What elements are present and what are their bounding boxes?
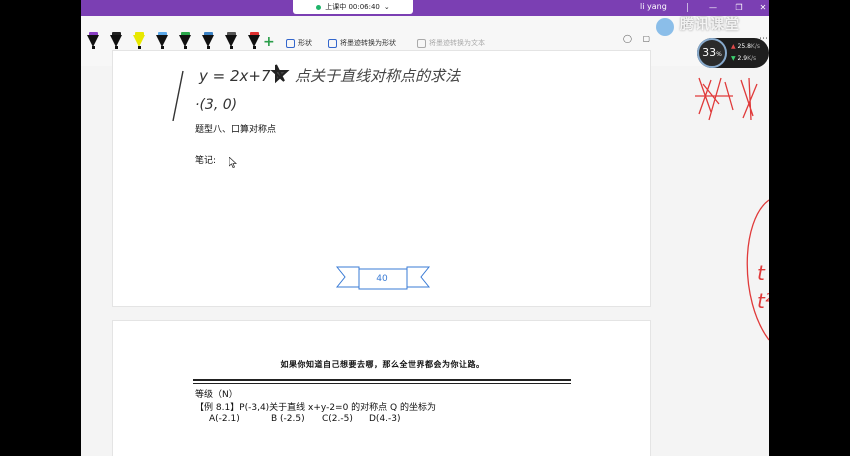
option-d: D(4.-3) bbox=[369, 414, 401, 424]
handwriting-line-1-rest: 点关于直线对称点的求法 bbox=[295, 67, 461, 85]
cpu-percent: 33 bbox=[702, 46, 717, 59]
shape-button[interactable]: 形状 bbox=[286, 38, 312, 48]
ink-to-text-button[interactable]: 将墨迹转换为文本 bbox=[417, 38, 485, 48]
shape-icon bbox=[286, 38, 295, 48]
performance-widget[interactable]: 33% ▲ 25.8K/s ▼ 2.9K/s bbox=[697, 38, 769, 68]
level-label: 等级（N） bbox=[195, 390, 238, 400]
add-pen-button[interactable]: + bbox=[263, 35, 275, 49]
pen-tip bbox=[115, 46, 118, 49]
pen-tip bbox=[253, 46, 256, 49]
convert-text-icon bbox=[417, 38, 426, 48]
pen-tool-3[interactable] bbox=[133, 32, 146, 50]
notes-label: 笔记: bbox=[195, 156, 217, 166]
convert-shape-icon bbox=[328, 38, 337, 48]
arrow-up-icon: ▲ bbox=[731, 43, 736, 50]
pen-tip bbox=[92, 46, 95, 49]
pen-tool-4[interactable] bbox=[156, 32, 169, 50]
pen-tip bbox=[161, 46, 164, 49]
pen-tip bbox=[230, 46, 233, 49]
section-heading: 题型八、口算对称点 bbox=[195, 125, 277, 135]
play-icon[interactable] bbox=[656, 18, 674, 36]
shape-label: 形状 bbox=[298, 39, 312, 47]
header-rule-thin bbox=[193, 383, 571, 384]
handwriting-line-2: ·(3, 0) bbox=[195, 97, 237, 113]
classroom-app-window: 上课中 00:06:40 ⌄ li yang — ❐ ✕ + 形状 将墨迹转换为… bbox=[81, 0, 769, 456]
mouse-cursor-icon bbox=[229, 157, 237, 168]
screen: 上课中 00:06:40 ⌄ li yang — ❐ ✕ + 形状 将墨迹转换为… bbox=[0, 0, 850, 456]
answer-options: A(-2.1) B (-2.5) C(2.-5) D(4.-3) bbox=[209, 414, 401, 424]
chevron-down-icon: ⌄ bbox=[383, 3, 390, 11]
handwriting-ink: y = 2x+7 点关于直线对称点的求法 ·(3, 0) bbox=[172, 64, 461, 121]
upload-unit: K/s bbox=[750, 43, 760, 50]
ink-to-text-label: 将墨迹转换为文本 bbox=[429, 39, 485, 47]
notebook-page-2[interactable]: 如果你知道自己想要去哪，那么全世界都会为你让路。 等级（N） 【例 8.1】P(… bbox=[112, 320, 651, 456]
pen-tool-6[interactable] bbox=[202, 32, 215, 50]
page-motto: 如果你知道自己想要去哪，那么全世界都会为你让路。 bbox=[280, 359, 485, 369]
cpu-unit: % bbox=[716, 51, 722, 58]
ink-to-shape-button[interactable]: 将墨迹转换为形状 bbox=[328, 38, 396, 48]
download-unit: K/s bbox=[747, 55, 757, 62]
example-question: 【例 8.1】P(-3,4)关于直线 x+y-2=0 的对称点 Q 的坐标为 bbox=[195, 403, 436, 413]
download-speed: ▼ 2.9K/s bbox=[731, 55, 756, 62]
notebook-page-1[interactable]: y = 2x+7 点关于直线对称点的求法 ·(3, 0) 题型八、口算对称点 笔… bbox=[112, 50, 651, 307]
whiteboard-ink: t = x - t² = x² + bbox=[695, 77, 769, 341]
option-c: C(2.-5) bbox=[322, 414, 353, 424]
handwriting-line-1: y = 2x+7 bbox=[198, 67, 271, 85]
title-bar: 上课中 00:06:40 ⌄ li yang — ❐ ✕ bbox=[81, 0, 769, 16]
board-formula-1: t = x - bbox=[757, 261, 769, 285]
toolbar-right-icons: ◯ ▢ bbox=[623, 34, 650, 43]
pen-tip bbox=[184, 46, 187, 49]
lasso-icon[interactable]: ◯ bbox=[623, 34, 632, 43]
pen-tool-8[interactable] bbox=[248, 32, 261, 50]
cpu-usage-gauge: 33% bbox=[697, 38, 727, 68]
option-b: B (-2.5) bbox=[271, 414, 305, 424]
live-indicator-icon bbox=[316, 4, 322, 10]
ink-to-shape-label: 将墨迹转换为形状 bbox=[340, 39, 396, 47]
arrow-down-icon: ▼ bbox=[731, 55, 736, 62]
pen-tool-5[interactable] bbox=[179, 32, 192, 50]
page-number: 40 bbox=[376, 274, 388, 284]
pen-tool-7[interactable] bbox=[225, 32, 238, 50]
pen-tool-1[interactable] bbox=[87, 32, 100, 50]
pen-tip bbox=[138, 46, 141, 49]
upload-value: 25.8 bbox=[737, 43, 751, 50]
download-value: 2.9 bbox=[737, 55, 748, 62]
pen-tip bbox=[207, 46, 210, 49]
pen-tool-2[interactable] bbox=[110, 32, 123, 50]
user-name: li yang bbox=[640, 2, 667, 11]
eraser-icon[interactable]: ▢ bbox=[643, 34, 651, 43]
class-status-text: 上课中 00:06:40 bbox=[325, 3, 380, 11]
option-a: A(-2.1) bbox=[209, 414, 240, 424]
header-rule bbox=[193, 379, 571, 381]
upload-speed: ▲ 25.8K/s bbox=[731, 43, 760, 50]
watermark-logo: 腾讯课堂 bbox=[680, 17, 740, 33]
class-status-pill[interactable]: 上课中 00:06:40 ⌄ bbox=[293, 0, 413, 14]
board-formula-2: t² = x² + bbox=[757, 289, 769, 313]
